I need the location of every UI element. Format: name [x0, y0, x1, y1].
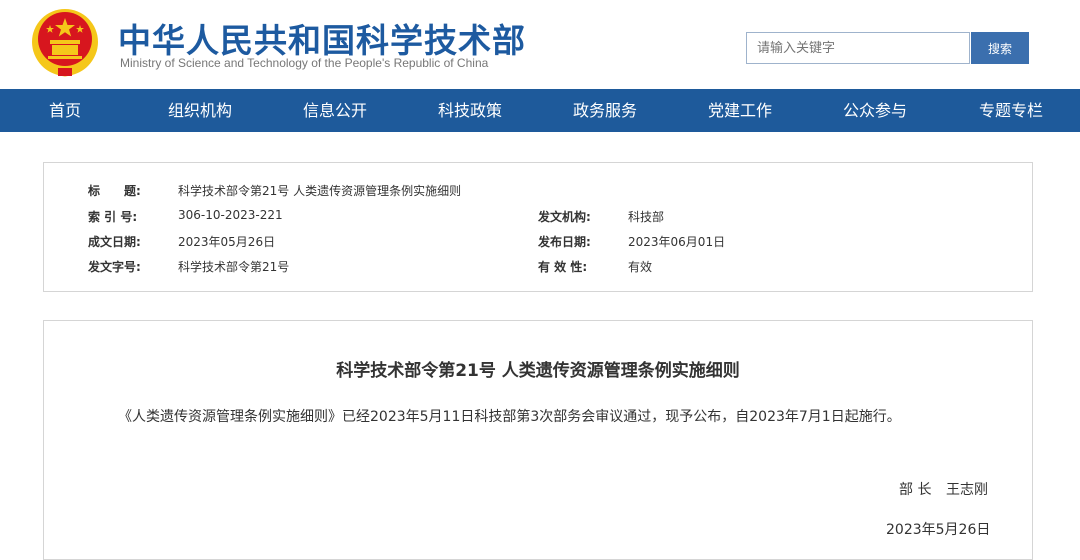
search-button[interactable]: 搜索 — [971, 32, 1029, 64]
nav-item-party[interactable]: 党建工作 — [708, 89, 772, 132]
meta-validity-value: 有效 — [628, 260, 653, 274]
meta-issuer-label: 发文机构: — [538, 210, 591, 224]
document-title: 科学技术部令第21号 人类遗传资源管理条例实施细则 — [336, 361, 740, 381]
signature-name: 王志刚 — [946, 482, 988, 498]
nav-item-organization[interactable]: 组织机构 — [168, 89, 232, 132]
site-subtitle: Ministry of Science and Technology of th… — [120, 56, 489, 70]
meta-created-label: 成文日期: — [88, 235, 141, 249]
nav-item-home[interactable]: 首页 — [49, 89, 81, 132]
meta-docno-label: 发文字号: — [88, 260, 141, 274]
nav-item-policy[interactable]: 科技政策 — [438, 89, 502, 132]
document-body: 《人类遗传资源管理条例实施细则》已经2023年5月11日科技部第3次部务会审议通… — [118, 409, 901, 425]
meta-created-value: 2023年05月26日 — [178, 235, 276, 249]
document-content-panel: 科学技术部令第21号 人类遗传资源管理条例实施细则 《人类遗传资源管理条例实施细… — [43, 320, 1033, 560]
meta-title-value: 科学技术部令第21号 人类遗传资源管理条例实施细则 — [178, 184, 462, 198]
meta-validity-label: 有 效 性: — [538, 260, 588, 274]
nav-item-topics[interactable]: 专题专栏 — [979, 89, 1043, 132]
site-header: 中华人民共和国科学技术部 Ministry of Science and Tec… — [0, 0, 1080, 89]
main-nav: 首页 组织机构 信息公开 科技政策 政务服务 党建工作 公众参与 专题专栏 — [0, 89, 1080, 132]
meta-index-label: 索 引 号: — [88, 210, 138, 224]
meta-published-value: 2023年06月01日 — [628, 235, 726, 249]
meta-docno-value: 科学技术部令第21号 — [178, 260, 290, 274]
national-emblem-icon[interactable] — [28, 8, 102, 80]
nav-item-information[interactable]: 信息公开 — [303, 89, 367, 132]
signature-role: 部 长 — [899, 482, 932, 498]
search-input[interactable] — [746, 32, 970, 64]
nav-item-public[interactable]: 公众参与 — [843, 89, 907, 132]
nav-item-services[interactable]: 政务服务 — [573, 89, 637, 132]
meta-issuer-value: 科技部 — [628, 210, 665, 224]
document-metadata-panel: 标 题: 科学技术部令第21号 人类遗传资源管理条例实施细则 索 引 号: 30… — [43, 162, 1033, 292]
site-title[interactable]: 中华人民共和国科学技术部 — [118, 14, 526, 62]
meta-published-label: 发布日期: — [538, 235, 591, 249]
meta-index-value: 306-10-2023-221 — [178, 208, 283, 222]
meta-title-label: 标 题: — [88, 184, 141, 198]
signature-date: 2023年5月26日 — [886, 522, 991, 538]
